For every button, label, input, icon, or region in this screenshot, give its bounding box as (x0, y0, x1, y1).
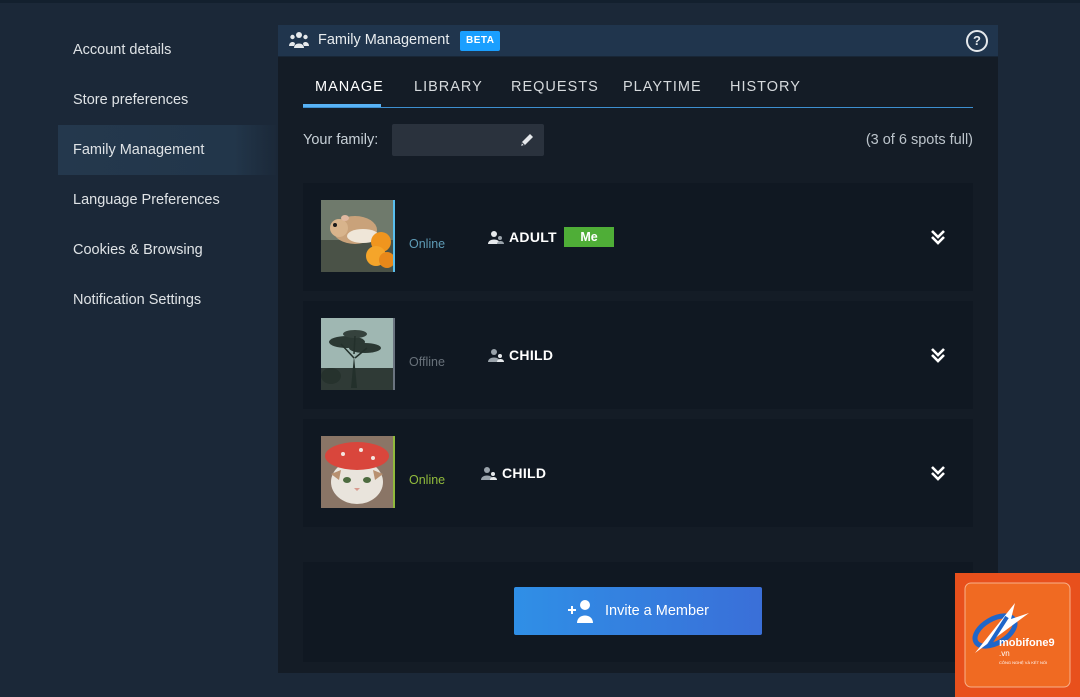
settings-sidebar: Account details Store preferences Family… (58, 25, 278, 325)
chevron-double-down-icon[interactable] (931, 347, 945, 363)
role-label: ADULT (509, 229, 557, 245)
pencil-icon[interactable] (519, 132, 535, 148)
chevron-double-down-icon[interactable] (931, 465, 945, 481)
tab-library[interactable]: LIBRARY (414, 79, 483, 95)
beta-badge: BETA (460, 31, 501, 51)
active-tab-indicator (303, 104, 381, 107)
tab-requests[interactable]: REQUESTS (511, 79, 599, 95)
person-icon (488, 231, 504, 244)
panel-body: MANAGE LIBRARY REQUESTS PLAYTIME HISTORY… (278, 57, 998, 673)
family-name-field[interactable] (392, 124, 544, 156)
role-label: CHILD (502, 465, 547, 481)
mobifone9-watermark-logo: mobifone9 .vn CÔNG NGHỆ VÀ KẾT NỐI (955, 573, 1080, 697)
hamster-photo (321, 200, 393, 272)
member-status: Offline (409, 355, 445, 369)
avatar (321, 318, 395, 390)
sidebar-item-cookies-browsing[interactable]: Cookies & Browsing (58, 225, 278, 275)
sidebar-item-account-details[interactable]: Account details (58, 25, 278, 75)
avatar (321, 200, 395, 272)
sidebar-item-store-preferences[interactable]: Store preferences (58, 75, 278, 125)
invite-member-label: Invite a Member (605, 603, 709, 619)
svg-text:mobifone9: mobifone9 (999, 637, 1055, 649)
role-label: CHILD (509, 347, 554, 363)
avatar (321, 436, 395, 508)
svg-text:CÔNG NGHỆ VÀ KẾT NỐI: CÔNG NGHỆ VÀ KẾT NỐI (999, 660, 1047, 665)
tree-photo (321, 318, 393, 390)
family-name-label: Your family: (303, 132, 379, 148)
invite-section: Invite a Member (303, 562, 973, 662)
spots-count: (3 of 6 spots full) (865, 132, 973, 148)
member-status: Online (409, 237, 446, 251)
page-title: Family Management (318, 32, 450, 48)
family-management-panel: Family Management BETA ? MANAGE LIBRARY … (278, 25, 998, 673)
member-status: Online (409, 473, 446, 487)
person-icon (488, 349, 504, 362)
person-icon (481, 467, 497, 480)
sidebar-item-family-management[interactable]: Family Management (58, 125, 278, 175)
sidebar-item-notification-settings[interactable]: Notification Settings (58, 275, 278, 325)
tab-history[interactable]: HISTORY (730, 79, 801, 95)
family-icon (289, 32, 309, 48)
tab-bar: MANAGE LIBRARY REQUESTS PLAYTIME HISTORY (303, 77, 973, 108)
sidebar-item-language-preferences[interactable]: Language Preferences (58, 175, 278, 225)
member-card[interactable]: Offline CHILD (303, 301, 973, 409)
member-card[interactable]: Online CHILD (303, 419, 973, 527)
add-person-icon (568, 600, 593, 623)
panel-header: Family Management BETA ? (278, 25, 998, 57)
member-card[interactable]: Online ADULT Me (303, 183, 973, 291)
me-badge: Me (564, 227, 614, 247)
svg-text:.vn: .vn (999, 649, 1010, 658)
top-edge (0, 0, 1080, 3)
invite-member-button[interactable]: Invite a Member (514, 587, 762, 635)
tab-playtime[interactable]: PLAYTIME (623, 79, 702, 95)
help-icon[interactable]: ? (966, 30, 988, 52)
tab-manage[interactable]: MANAGE (315, 79, 384, 95)
chevron-double-down-icon[interactable] (931, 229, 945, 245)
cat-photo (321, 436, 393, 508)
